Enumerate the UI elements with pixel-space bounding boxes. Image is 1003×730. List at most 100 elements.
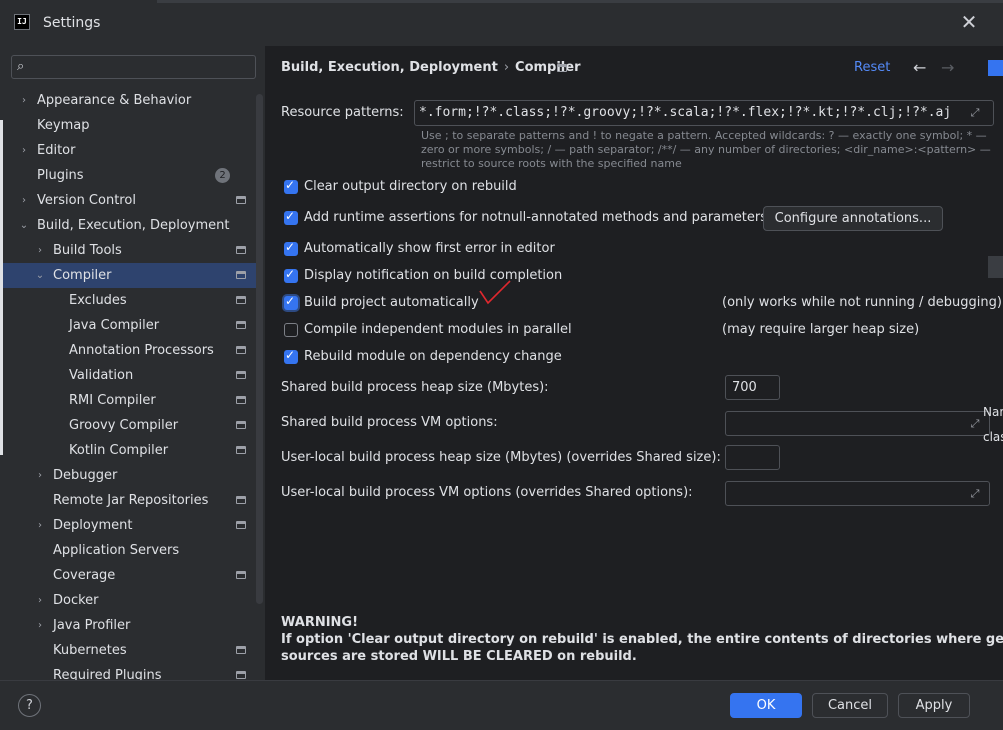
resource-patterns-value: *.form;!?*.class;!?*.groovy;!?*.scala;!?…: [419, 105, 952, 120]
chevron-down-icon[interactable]: ⌄: [33, 263, 47, 288]
shared-vm-expand-icon[interactable]: ⤢: [968, 417, 982, 431]
sidebar-item-keymap[interactable]: Keymap: [0, 113, 256, 138]
rebuild-dependency-label[interactable]: Rebuild module on dependency change: [304, 349, 562, 364]
sidebar-item-build-tools[interactable]: › Build Tools: [0, 238, 256, 263]
sidebar-item-label: Keymap: [37, 118, 90, 133]
project-scope-icon: [557, 64, 567, 72]
sidebar-item-required-plugins[interactable]: Required Plugins: [0, 663, 256, 680]
project-scope-icon: [236, 271, 246, 279]
shared-vm-label: Shared build process VM options:: [281, 415, 498, 430]
chevron-right-icon[interactable]: ›: [33, 238, 47, 263]
sidebar-item-build-execution-deployment[interactable]: ⌄ Build, Execution, Deployment: [0, 213, 256, 238]
sidebar-item-label: Application Servers: [53, 543, 180, 558]
sidebar-item-coverage[interactable]: Coverage: [0, 563, 256, 588]
sidebar-item-editor[interactable]: › Editor: [0, 138, 256, 163]
sidebar-item-excludes[interactable]: Excludes: [0, 288, 256, 313]
close-icon[interactable]: ✕: [958, 11, 980, 33]
build-automatically-note: (only works while not running / debuggin…: [722, 295, 1002, 310]
parallel-compile-checkbox[interactable]: [284, 323, 298, 337]
notify-build-label[interactable]: Display notification on build completion: [304, 268, 562, 283]
show-first-error-label[interactable]: Automatically show first error in editor: [304, 241, 555, 256]
sidebar-item-java-compiler[interactable]: Java Compiler: [0, 313, 256, 338]
chevron-right-icon[interactable]: ›: [33, 613, 47, 638]
breadcrumb-parent[interactable]: Build, Execution, Deployment: [281, 60, 498, 75]
sidebar-scrollbar[interactable]: [256, 94, 263, 604]
runtime-assertions-checkbox[interactable]: [284, 209, 298, 225]
shared-vm-input[interactable]: [725, 411, 990, 436]
parallel-compile-label[interactable]: Compile independent modules in parallel: [304, 322, 572, 337]
background-window-edge-left: [0, 120, 3, 455]
resource-patterns-hint: Use ; to separate patterns and ! to nega…: [421, 129, 991, 170]
clear-output-label[interactable]: Clear output directory on rebuild: [304, 179, 517, 194]
sidebar-item-label: Java Compiler: [69, 318, 160, 333]
notify-build-checkbox[interactable]: [284, 267, 298, 283]
background-window-accent: [988, 60, 1003, 76]
sidebar-item-label: Debugger: [53, 468, 118, 483]
chevron-right-icon[interactable]: ›: [33, 588, 47, 613]
sidebar-item-application-servers[interactable]: Application Servers: [0, 538, 256, 563]
chevron-down-icon[interactable]: ⌄: [17, 213, 31, 238]
parallel-compile-note: (may require larger heap size): [722, 322, 920, 337]
sidebar-item-annotation-processors[interactable]: Annotation Processors: [0, 338, 256, 363]
project-scope-icon: [236, 571, 246, 579]
cancel-button[interactable]: Cancel: [812, 693, 888, 718]
sidebar-item-validation[interactable]: Validation: [0, 363, 256, 388]
chevron-right-icon[interactable]: ›: [17, 138, 31, 163]
sidebar-item-compiler[interactable]: ⌄ Compiler: [0, 263, 256, 288]
apply-button[interactable]: Apply: [898, 693, 970, 718]
sidebar-item-label: Plugins: [37, 168, 84, 183]
sidebar-item-label: Java Profiler: [53, 618, 131, 633]
sidebar-item-rmi-compiler[interactable]: RMI Compiler: [0, 388, 256, 413]
intellij-logo-icon: IJ: [14, 14, 30, 30]
chevron-right-icon[interactable]: ›: [17, 188, 31, 213]
show-first-error-checkbox[interactable]: [284, 240, 298, 256]
sidebar-item-deployment[interactable]: › Deployment: [0, 513, 256, 538]
back-arrow-icon[interactable]: ←: [913, 58, 926, 77]
build-automatically-label[interactable]: Build project automatically: [304, 295, 479, 310]
sidebar-item-docker[interactable]: › Docker: [0, 588, 256, 613]
local-vm-input[interactable]: [725, 481, 990, 506]
local-heap-input[interactable]: [725, 445, 780, 470]
runtime-assertions-label[interactable]: Add runtime assertions for notnull-annot…: [304, 210, 767, 225]
sidebar-item-kubernetes[interactable]: Kubernetes: [0, 638, 256, 663]
expand-icon[interactable]: ⤢: [968, 106, 982, 120]
sidebar-item-appearance-behavior[interactable]: › Appearance & Behavior: [0, 88, 256, 113]
sidebar-item-java-profiler[interactable]: › Java Profiler: [0, 613, 256, 638]
project-scope-icon: [236, 346, 246, 354]
forward-arrow-icon[interactable]: →: [941, 58, 954, 77]
chevron-right-icon[interactable]: ›: [33, 513, 47, 538]
sidebar-item-debugger[interactable]: › Debugger: [0, 463, 256, 488]
sidebar-item-remote-jar-repositories[interactable]: Remote Jar Repositories: [0, 488, 256, 513]
reset-link[interactable]: Reset: [854, 60, 890, 75]
red-checkmark-annotation-icon: [479, 280, 511, 305]
sidebar-item-label: Remote Jar Repositories: [53, 493, 209, 508]
shared-heap-input[interactable]: [725, 375, 780, 400]
sidebar-item-label: Deployment: [53, 518, 133, 533]
clear-output-checkbox[interactable]: [284, 178, 298, 194]
title-bar: IJ Settings ✕: [0, 0, 1003, 46]
background-window-text-2: clas: [983, 430, 1003, 444]
settings-search[interactable]: ⌕: [11, 55, 256, 79]
chevron-right-icon[interactable]: ›: [17, 88, 31, 113]
chevron-right-icon[interactable]: ›: [33, 463, 47, 488]
breadcrumb-separator: ›: [503, 60, 510, 75]
count-badge: 2: [215, 168, 230, 183]
local-vm-expand-icon[interactable]: ⤢: [968, 487, 982, 501]
configure-annotations-button[interactable]: Configure annotations...: [763, 206, 943, 231]
sidebar-item-groovy-compiler[interactable]: Groovy Compiler: [0, 413, 256, 438]
help-icon[interactable]: ?: [18, 694, 41, 717]
search-input[interactable]: [38, 57, 250, 77]
resource-patterns-input[interactable]: *.form;!?*.class;!?*.groovy;!?*.scala;!?…: [414, 100, 994, 126]
sidebar-item-label: RMI Compiler: [69, 393, 156, 408]
sidebar-item-kotlin-compiler[interactable]: Kotlin Compiler: [0, 438, 256, 463]
ok-button[interactable]: OK: [730, 693, 802, 718]
project-scope-icon: [236, 196, 246, 204]
project-scope-icon: [236, 521, 246, 529]
sidebar-item-plugins[interactable]: Plugins 2: [0, 163, 256, 188]
sidebar-item-version-control[interactable]: › Version Control: [0, 188, 256, 213]
build-automatically-checkbox[interactable]: [284, 294, 298, 310]
rebuild-dependency-checkbox[interactable]: [284, 348, 298, 364]
sidebar-item-label: Excludes: [69, 293, 127, 308]
background-window-edge: [157, 0, 1003, 3]
sidebar-item-label: Required Plugins: [53, 668, 162, 680]
